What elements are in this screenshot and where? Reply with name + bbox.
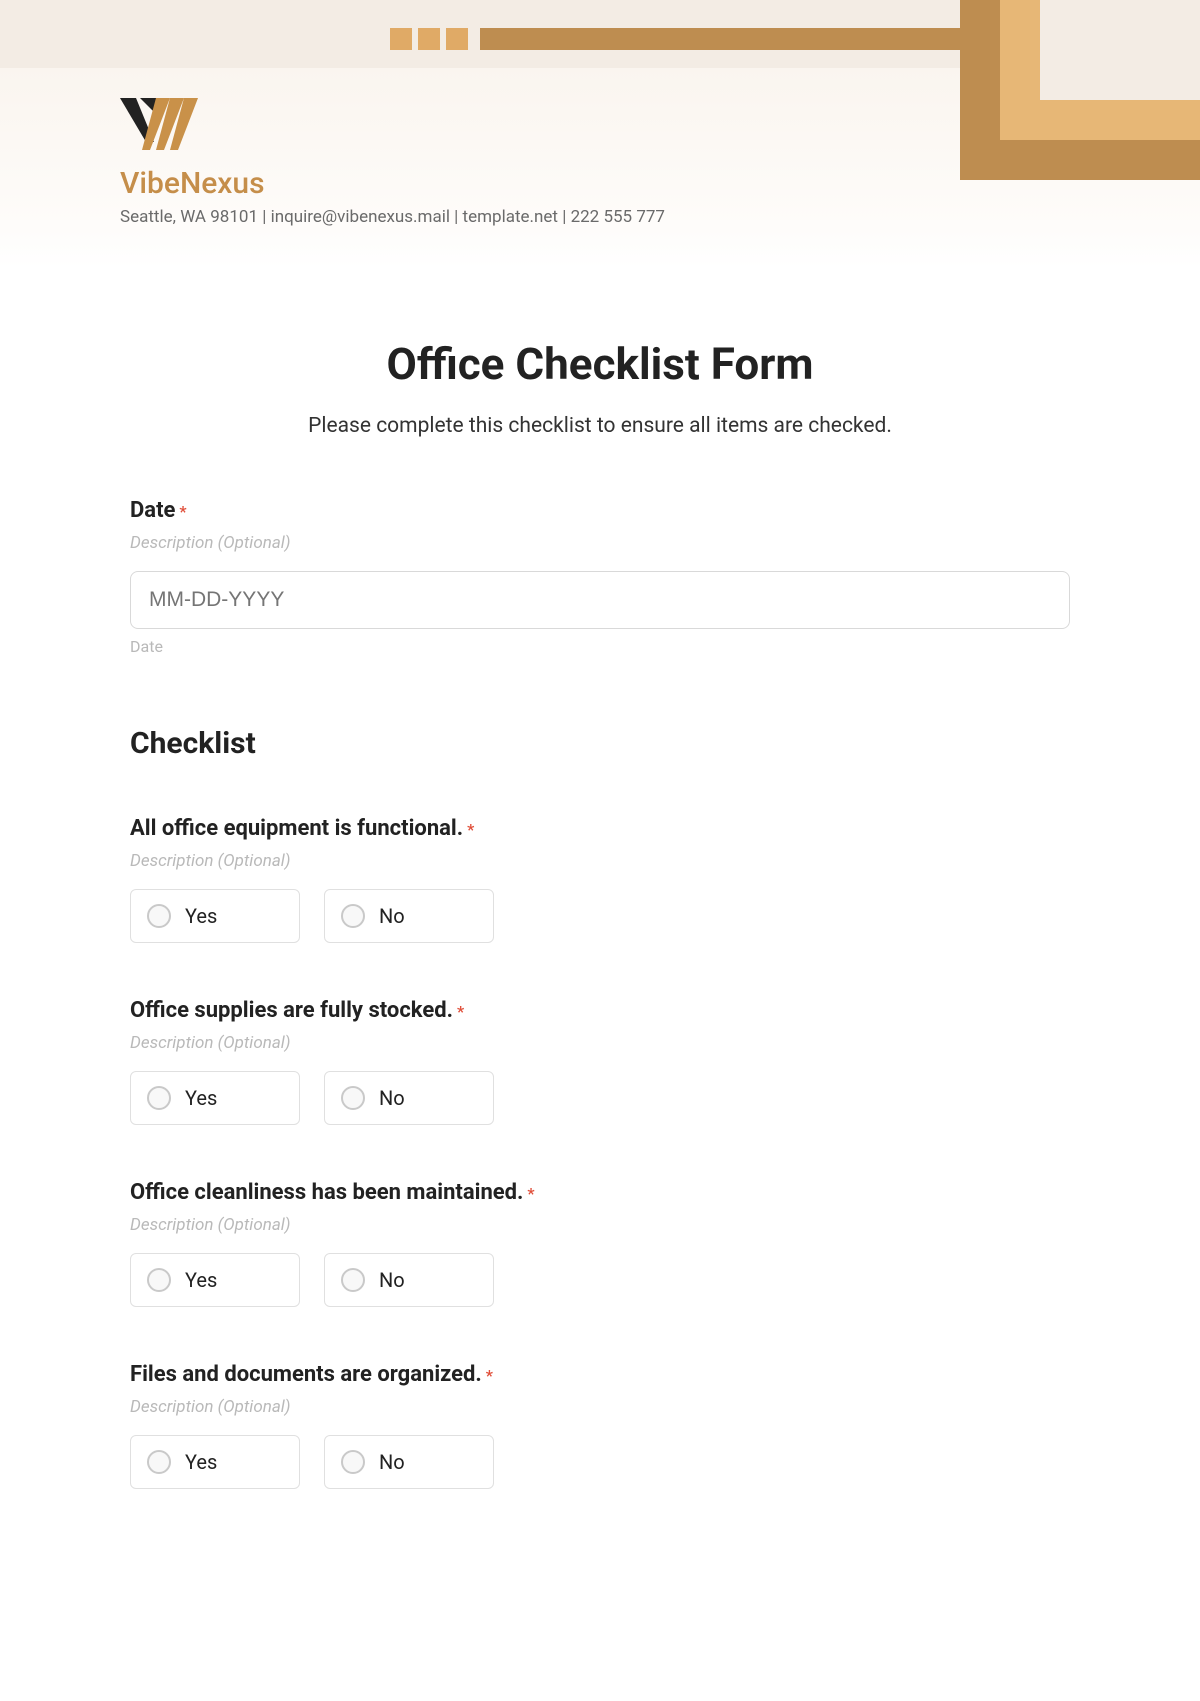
question-description-placeholder[interactable]: Description (Optional): [130, 1397, 1070, 1417]
checklist-heading: Checklist: [130, 726, 1070, 761]
option-yes-label: Yes: [185, 1268, 217, 1292]
radio-icon: [341, 1450, 365, 1474]
question-block: Office cleanliness has been maintained. …: [130, 1180, 1070, 1307]
radio-icon: [147, 904, 171, 928]
page-title: Office Checklist Form: [130, 338, 1070, 390]
page-subtitle: Please complete this checklist to ensure…: [130, 414, 1070, 438]
date-input[interactable]: [130, 571, 1070, 629]
question-text: Files and documents are organized.: [130, 1362, 482, 1387]
date-label: Date *: [130, 498, 1070, 523]
question-block: All office equipment is functional. * Des…: [130, 816, 1070, 943]
radio-icon: [147, 1450, 171, 1474]
decor-square-icon: [390, 28, 412, 50]
option-no-label: No: [379, 1086, 405, 1110]
option-yes-label: Yes: [185, 1450, 217, 1474]
question-label: Files and documents are organized. *: [130, 1362, 1070, 1387]
radio-icon: [341, 1268, 365, 1292]
date-field-block: Date * Description (Optional) Date: [130, 498, 1070, 656]
question-label: Office cleanliness has been maintained. …: [130, 1180, 1070, 1205]
date-label-text: Date: [130, 498, 175, 523]
question-text: Office supplies are fully stocked.: [130, 998, 453, 1023]
option-no-label: No: [379, 1268, 405, 1292]
options-row: Yes No: [130, 889, 1070, 943]
decor-square-icon: [446, 28, 468, 50]
question-description-placeholder[interactable]: Description (Optional): [130, 1215, 1070, 1235]
date-sublabel: Date: [130, 637, 1070, 656]
options-row: Yes No: [130, 1071, 1070, 1125]
option-yes[interactable]: Yes: [130, 1253, 300, 1307]
option-yes-label: Yes: [185, 1086, 217, 1110]
question-text: Office cleanliness has been maintained.: [130, 1180, 523, 1205]
date-description-placeholder[interactable]: Description (Optional): [130, 533, 1070, 553]
option-no-label: No: [379, 1450, 405, 1474]
option-no[interactable]: No: [324, 1071, 494, 1125]
required-asterisk: *: [453, 1002, 464, 1021]
option-yes[interactable]: Yes: [130, 889, 300, 943]
required-asterisk: *: [463, 820, 474, 839]
radio-icon: [147, 1086, 171, 1110]
required-asterisk: *: [523, 1184, 534, 1203]
decor-square-icon: [418, 28, 440, 50]
header-dots: [390, 28, 468, 50]
corner-decor-icon: [940, 0, 1200, 200]
header-decor-bar: [0, 0, 1200, 68]
question-label: Office supplies are fully stocked. *: [130, 998, 1070, 1023]
brand-logo-icon: [120, 98, 204, 164]
radio-icon: [341, 904, 365, 928]
required-asterisk: *: [482, 1366, 493, 1385]
option-no-label: No: [379, 904, 405, 928]
required-asterisk: *: [179, 502, 186, 521]
question-description-placeholder[interactable]: Description (Optional): [130, 1033, 1070, 1053]
option-no[interactable]: No: [324, 889, 494, 943]
option-yes[interactable]: Yes: [130, 1071, 300, 1125]
option-no[interactable]: No: [324, 1253, 494, 1307]
options-row: Yes No: [130, 1253, 1070, 1307]
option-yes[interactable]: Yes: [130, 1435, 300, 1489]
radio-icon: [341, 1086, 365, 1110]
option-no[interactable]: No: [324, 1435, 494, 1489]
question-block: Files and documents are organized. * Desc…: [130, 1362, 1070, 1489]
option-yes-label: Yes: [185, 904, 217, 928]
questions-container: All office equipment is functional. * Des…: [130, 816, 1070, 1489]
options-row: Yes No: [130, 1435, 1070, 1489]
question-description-placeholder[interactable]: Description (Optional): [130, 851, 1070, 871]
question-block: Office supplies are fully stocked. * Desc…: [130, 998, 1070, 1125]
form-content: Office Checklist Form Please complete th…: [0, 268, 1200, 1549]
question-text: All office equipment is functional.: [130, 816, 463, 841]
question-label: All office equipment is functional. *: [130, 816, 1070, 841]
radio-icon: [147, 1268, 171, 1292]
brand-contact-line: Seattle, WA 98101 | inquire@vibenexus.ma…: [120, 207, 1200, 227]
